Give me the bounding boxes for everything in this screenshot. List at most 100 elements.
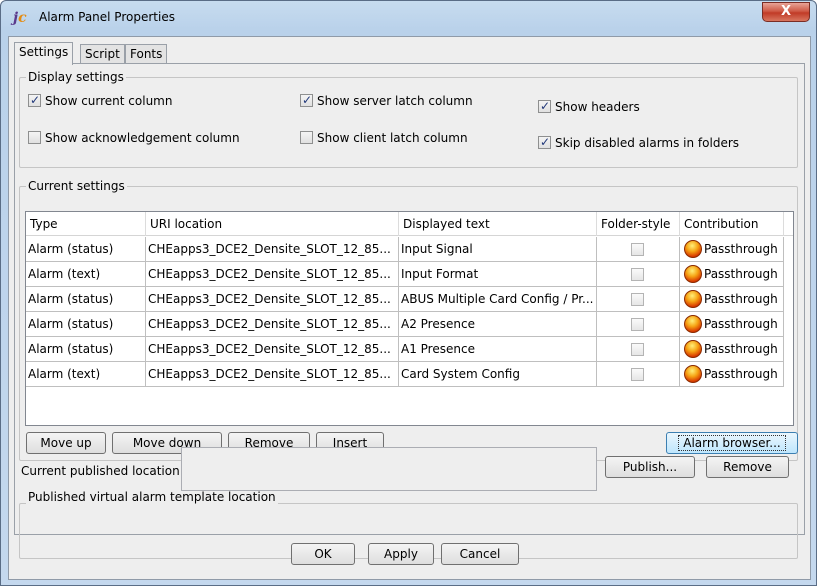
tab-settings[interactable]: Settings xyxy=(14,42,74,65)
current-settings-group: Current settings Type URI location Displ… xyxy=(19,179,798,461)
text-cell: Input Format xyxy=(399,262,597,287)
table-row[interactable]: Alarm (text) CHEapps3_DCE2_Densite_SLOT_1… xyxy=(26,362,793,387)
table-row[interactable]: Alarm (status) CHEapps3_DCE2_Densite_SLOT… xyxy=(26,287,793,312)
folder-style-cell xyxy=(597,362,680,387)
type-cell: Alarm (status) xyxy=(26,237,146,262)
alarm-browser-button[interactable]: Alarm browser... xyxy=(666,432,798,454)
type-cell: Alarm (text) xyxy=(26,262,146,287)
checkbox-box xyxy=(538,135,551,149)
contribution-cell: Passthrough xyxy=(680,237,784,262)
skip-disabled-alarms-checkbox[interactable]: Skip disabled alarms in folders xyxy=(538,135,740,152)
folder-style-checkbox[interactable] xyxy=(631,268,644,281)
checkbox-box xyxy=(300,131,313,144)
show-headers-checkbox[interactable]: Show headers xyxy=(538,99,640,116)
close-button[interactable]: X xyxy=(762,2,810,22)
uri-cell: CHEapps3_DCE2_Densite_SLOT_12_85... xyxy=(146,262,399,287)
contribution-text: Passthrough xyxy=(704,267,778,281)
show-client-latch-column-checkbox[interactable]: Show client latch column xyxy=(300,131,468,147)
published-remove-button[interactable]: Remove xyxy=(706,456,789,478)
current-settings-legend: Current settings xyxy=(26,179,127,193)
published-location-legend: Published virtual alarm template locatio… xyxy=(26,490,278,504)
contribution-text: Passthrough xyxy=(704,342,778,356)
type-cell: Alarm (status) xyxy=(26,312,146,337)
type-cell: Alarm (status) xyxy=(26,337,146,362)
checkbox-box xyxy=(300,93,313,107)
window-title: Alarm Panel Properties xyxy=(39,10,175,24)
text-cell: Card System Config xyxy=(399,362,597,387)
table-row[interactable]: Alarm (text) CHEapps3_DCE2_Densite_SLOT_1… xyxy=(26,262,793,287)
uri-cell: CHEapps3_DCE2_Densite_SLOT_12_85... xyxy=(146,337,399,362)
checkbox-box xyxy=(28,131,41,144)
checkbox-label: Show acknowledgement column xyxy=(45,131,240,145)
column-header-displayed-text[interactable]: Displayed text xyxy=(399,212,597,236)
contribution-text: Passthrough xyxy=(704,242,778,256)
folder-style-cell xyxy=(597,287,680,312)
checkbox-label: Show headers xyxy=(555,100,640,114)
contribution-text: Passthrough xyxy=(704,367,778,381)
folder-style-cell xyxy=(597,262,680,287)
alarm-state-icon xyxy=(684,240,702,258)
checkbox-label: Show client latch column xyxy=(317,131,468,145)
tab-script[interactable]: Script xyxy=(80,44,125,64)
column-header-type[interactable]: Type xyxy=(26,212,146,236)
app-icon: jc xyxy=(13,10,27,26)
contribution-text: Passthrough xyxy=(704,317,778,331)
text-cell: Input Signal xyxy=(399,237,597,262)
folder-style-cell xyxy=(597,337,680,362)
column-header-uri[interactable]: URI location xyxy=(146,212,399,236)
alarm-state-icon xyxy=(684,290,702,308)
published-location-field[interactable] xyxy=(181,447,597,491)
show-current-column-checkbox[interactable]: Show current column xyxy=(28,93,173,110)
alarm-state-icon xyxy=(684,315,702,333)
cancel-button[interactable]: Cancel xyxy=(441,543,519,565)
contribution-text: Passthrough xyxy=(704,292,778,306)
folder-style-checkbox[interactable] xyxy=(631,293,644,306)
show-server-latch-column-checkbox[interactable]: Show server latch column xyxy=(300,93,473,110)
move-up-button[interactable]: Move up xyxy=(26,432,106,454)
apply-button[interactable]: Apply xyxy=(368,543,434,565)
column-header-contribution[interactable]: Contribution xyxy=(680,212,784,236)
uri-cell: CHEapps3_DCE2_Densite_SLOT_12_85... xyxy=(146,362,399,387)
text-cell: A2 Presence xyxy=(399,312,597,337)
folder-style-checkbox[interactable] xyxy=(631,243,644,256)
dialog-window: jc Alarm Panel Properties X Settings Scr… xyxy=(0,0,817,586)
ok-button[interactable]: OK xyxy=(291,543,355,565)
display-settings-group: Display settings Show current column Sho… xyxy=(19,70,798,168)
folder-style-checkbox[interactable] xyxy=(631,318,644,331)
show-acknowledgement-column-checkbox[interactable]: Show acknowledgement column xyxy=(28,131,240,147)
text-cell: ABUS Multiple Card Config / Pr... xyxy=(399,287,597,312)
uri-cell: CHEapps3_DCE2_Densite_SLOT_12_85... xyxy=(146,287,399,312)
checkbox-label: Skip disabled alarms in folders xyxy=(555,136,740,150)
display-settings-legend: Display settings xyxy=(26,70,126,84)
table-row[interactable]: Alarm (status) CHEapps3_DCE2_Densite_SLOT… xyxy=(26,237,793,262)
type-cell: Alarm (status) xyxy=(26,287,146,312)
publish-button[interactable]: Publish... xyxy=(605,456,695,478)
checkbox-box xyxy=(538,99,551,113)
checkbox-box xyxy=(28,93,41,107)
alarm-state-icon xyxy=(684,365,702,383)
title-bar[interactable]: jc Alarm Panel Properties X xyxy=(1,1,816,35)
alarm-state-icon xyxy=(684,340,702,358)
type-cell: Alarm (text) xyxy=(26,362,146,387)
contribution-cell: Passthrough xyxy=(680,362,784,387)
table-row[interactable]: Alarm (status) CHEapps3_DCE2_Densite_SLOT… xyxy=(26,337,793,362)
table-header: Type URI location Displayed text Folder-… xyxy=(26,212,793,236)
contribution-cell: Passthrough xyxy=(680,337,784,362)
contribution-cell: Passthrough xyxy=(680,312,784,337)
checkbox-label: Show current column xyxy=(45,94,173,108)
folder-style-checkbox[interactable] xyxy=(631,368,644,381)
column-header-folder-style[interactable]: Folder-style xyxy=(597,212,680,236)
contribution-cell: Passthrough xyxy=(680,287,784,312)
table-row[interactable]: Alarm (status) CHEapps3_DCE2_Densite_SLOT… xyxy=(26,312,793,337)
alarm-state-icon xyxy=(684,265,702,283)
published-location-label: Current published location: xyxy=(21,464,184,478)
uri-cell: CHEapps3_DCE2_Densite_SLOT_12_85... xyxy=(146,312,399,337)
contribution-cell: Passthrough xyxy=(680,262,784,287)
tab-fonts[interactable]: Fonts xyxy=(125,44,168,64)
checkbox-label: Show server latch column xyxy=(317,94,473,108)
uri-cell: CHEapps3_DCE2_Densite_SLOT_12_85... xyxy=(146,237,399,262)
folder-style-cell xyxy=(597,312,680,337)
text-cell: A1 Presence xyxy=(399,337,597,362)
folder-style-checkbox[interactable] xyxy=(631,343,644,356)
alarm-table: Type URI location Displayed text Folder-… xyxy=(25,211,794,426)
